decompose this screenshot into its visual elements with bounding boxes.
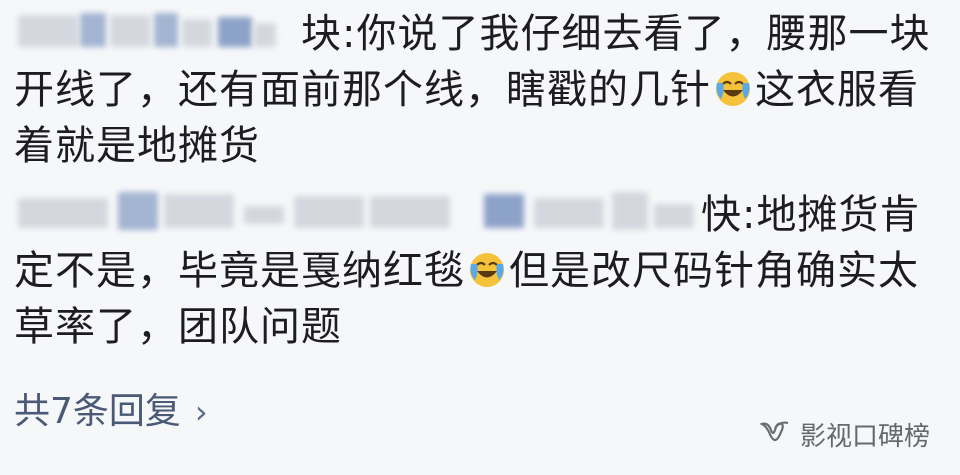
chevron-right-icon: › [194,393,208,431]
view-more-replies-link[interactable]: 共7条回复 › [14,388,208,436]
laugh-cry-emoji-icon [467,250,507,290]
masked-username[interactable] [14,190,699,234]
laugh-cry-emoji-icon [713,69,753,109]
masked-username[interactable] [14,9,299,53]
reply-text: 快: [701,192,757,238]
reply-item: 块:你说了我仔细去看了，腰那一块开线了，还有面前那个线，瞎戳的几针 这衣服看着就… [14,6,944,174]
reply-text: 块: [301,11,357,57]
wechat-channel-logo-icon [759,418,790,451]
watermark-text: 影视口碑榜 [799,422,930,452]
watermark: 影视口碑榜 [759,416,930,453]
more-replies-label: 共7条回复 [14,391,181,432]
reply-item: 快:地摊货肯定不是，毕竟是戛纳红毯 但是改尺码针角确实太草率了，团队问题 [14,187,944,355]
